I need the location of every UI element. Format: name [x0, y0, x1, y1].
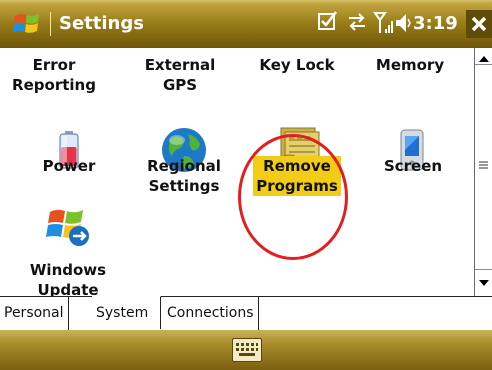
item-label: Key Lock [259, 56, 335, 74]
arrow-up-icon [478, 56, 489, 62]
item-error-reporting[interactable]: Error Reporting [8, 55, 100, 95]
soft-key-bar [0, 330, 492, 370]
item-regional-settings[interactable]: Regional Settings [138, 156, 230, 196]
windows-update-icon[interactable] [46, 204, 92, 248]
volume-icon[interactable] [394, 9, 412, 37]
scroll-thumb[interactable] [475, 64, 492, 270]
clock[interactable]: 3:19 [413, 12, 458, 36]
signal-strength-icon[interactable] [373, 9, 393, 37]
item-label: External GPS [144, 56, 216, 94]
windows-start-icon[interactable] [12, 10, 42, 38]
grip-icon [479, 161, 488, 169]
settings-grid: Error Reporting External GPS Key Lock Me… [0, 48, 474, 299]
annotation-circle [238, 134, 348, 260]
tab-personal[interactable]: Personal [0, 297, 69, 330]
item-key-lock[interactable]: Key Lock [251, 55, 343, 75]
tab-system[interactable]: System [92, 296, 161, 329]
notification-icon[interactable] [317, 9, 339, 35]
scroll-down-button[interactable] [475, 274, 492, 292]
title-bar: Settings 3:19 [0, 0, 492, 48]
item-label: Windows Update [29, 261, 107, 299]
item-screen[interactable]: Screen [373, 156, 453, 176]
item-label: Regional Settings [147, 157, 221, 195]
tab-connections[interactable]: Connections [163, 297, 259, 330]
arrow-down-icon [478, 280, 489, 286]
connectivity-icon[interactable] [345, 9, 369, 35]
page-title: Settings [59, 13, 144, 34]
item-external-gps[interactable]: External GPS [134, 55, 226, 95]
item-label: Memory [375, 56, 445, 74]
item-label: Screen [383, 157, 443, 175]
close-button[interactable] [466, 10, 492, 38]
close-icon [471, 16, 487, 32]
item-label: Power [42, 157, 96, 175]
keyboard-icon[interactable] [232, 338, 262, 362]
item-windows-update[interactable]: Windows Update [18, 260, 118, 300]
title-separator [50, 12, 51, 36]
item-power[interactable]: Power [34, 156, 104, 176]
tab-bar: Personal System Connections [0, 296, 492, 330]
item-memory[interactable]: Memory [362, 55, 458, 75]
vertical-scrollbar[interactable] [474, 48, 492, 296]
item-label: Error Reporting [12, 56, 96, 94]
